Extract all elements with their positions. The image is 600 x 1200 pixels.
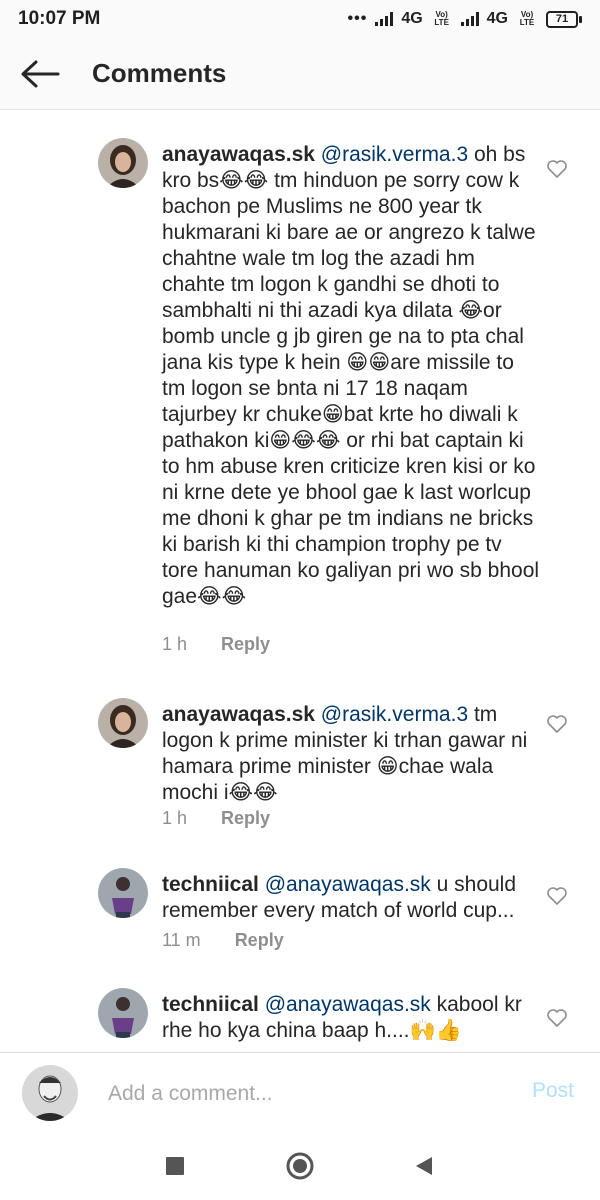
comment-body: oh bs kro bs😂😂 tm hinduon pe sorry cow k… <box>162 143 540 608</box>
comment-time: 11 m <box>162 930 201 950</box>
heart-icon[interactable] <box>545 884 569 908</box>
battery-level: 71 <box>546 10 578 28</box>
circle-icon <box>286 1152 314 1180</box>
volte-badge-1: Vo) LTE <box>434 10 449 27</box>
heart-icon[interactable] <box>545 157 569 181</box>
status-icons: ••• 4G Vo) LTE 4G Vo) LTE 71 <box>347 10 582 28</box>
comment-input[interactable] <box>108 1079 508 1109</box>
triangle-back-icon <box>416 1157 432 1175</box>
avatar[interactable] <box>98 868 148 918</box>
more-notifications-icon: ••• <box>347 10 368 27</box>
clock: 10:07 PM <box>18 8 101 29</box>
comment-mention[interactable]: @rasik.verma.3 <box>321 143 468 166</box>
back-button[interactable] <box>0 38 80 110</box>
signal-icon-2 <box>460 12 479 26</box>
square-icon <box>166 1157 184 1175</box>
reply-button[interactable]: Reply <box>235 930 284 951</box>
comment-meta: 11 m Reply <box>162 930 284 951</box>
page-title: Comments <box>92 58 227 88</box>
comment-username[interactable]: anayawaqas.sk <box>162 703 315 726</box>
comment-text: anayawaqas.sk @rasik.verma.3 oh bs kro b… <box>162 142 540 610</box>
home-button[interactable] <box>282 1148 318 1184</box>
comment-username[interactable]: techniical <box>162 873 259 896</box>
reply-button[interactable]: Reply <box>221 634 270 655</box>
comment-mention[interactable]: @rasik.verma.3 <box>321 703 468 726</box>
nav-back-button[interactable] <box>406 1148 442 1184</box>
comment-composer: Post <box>0 1052 600 1132</box>
comments-list[interactable]: anayawaqas.sk @rasik.verma.3 oh bs kro b… <box>0 112 600 1052</box>
comment-text: anayawaqas.sk @rasik.verma.3 tm logon k … <box>162 702 540 806</box>
comment-time: 1 h <box>162 634 188 654</box>
comment-meta: 1 h Reply <box>162 634 270 655</box>
avatar[interactable] <box>98 988 148 1038</box>
network-type-2: 4G <box>486 10 508 27</box>
heart-icon[interactable] <box>545 712 569 736</box>
signal-icon <box>375 12 394 26</box>
recents-button[interactable] <box>157 1148 193 1184</box>
comment-text: techniical @anayawaqas.sk u should remem… <box>162 872 540 924</box>
arrow-left-icon <box>21 60 60 87</box>
volte-badge-2: Vo) LTE <box>519 10 535 27</box>
reply-button[interactable]: Reply <box>221 808 270 829</box>
post-button[interactable]: Post <box>532 1079 574 1103</box>
comment-username[interactable]: anayawaqas.sk <box>162 143 315 166</box>
avatar[interactable] <box>98 698 148 748</box>
comment-mention[interactable]: @anayawaqas.sk <box>265 873 431 896</box>
my-avatar <box>22 1065 78 1121</box>
comment-username[interactable]: techniical <box>162 993 259 1016</box>
comment-text: techniical @anayawaqas.sk kabool kr rhe … <box>162 992 540 1044</box>
network-type-1: 4G <box>401 10 423 27</box>
comment-mention[interactable]: @anayawaqas.sk <box>265 993 431 1016</box>
battery-icon: 71 <box>546 10 582 28</box>
comments-header: Comments <box>0 38 600 110</box>
system-nav-bar <box>0 1132 600 1200</box>
comment-time: 1 h <box>162 808 188 828</box>
avatar[interactable] <box>98 138 148 188</box>
status-bar: 10:07 PM ••• 4G Vo) LTE 4G Vo) LTE 71 <box>0 0 600 38</box>
comment-meta: 1 h Reply <box>162 808 270 829</box>
heart-icon[interactable] <box>545 1006 569 1030</box>
